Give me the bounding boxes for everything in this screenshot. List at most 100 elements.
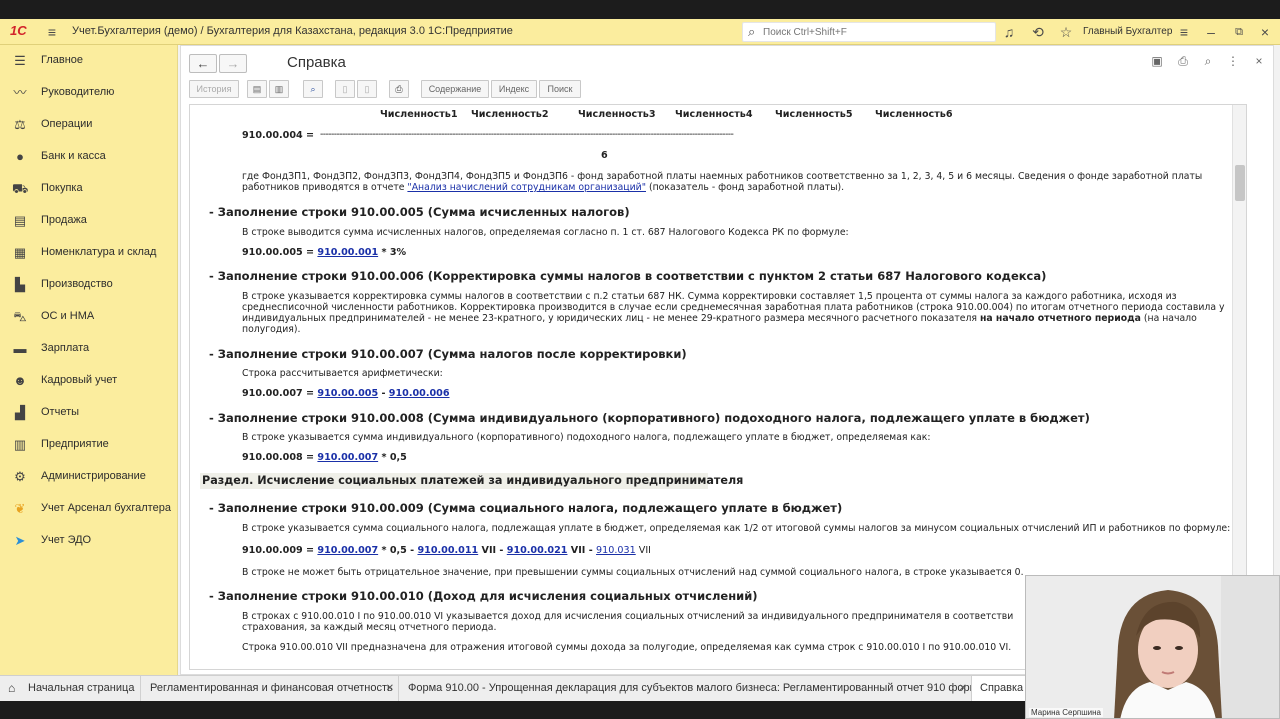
section-heading[interactable]: - Заполнение строки 910.00.009 (Сумма со… (209, 501, 842, 515)
tab-regulated-reports[interactable]: Регламентированная и финансовая отчетнос… (142, 676, 399, 701)
preview-icon[interactable]: ⌕ (1200, 54, 1216, 69)
sidebar-item-arsenal[interactable]: ❦ Учет Арсенал бухгалтера (0, 495, 178, 523)
paragraph: Строка рассчитывается арифметически: (242, 368, 443, 379)
prev-topic-icon[interactable]: ▯ (335, 80, 355, 98)
paragraph: среднесписочной численности работников. … (242, 302, 1225, 313)
star-icon[interactable]: ☆ (1057, 23, 1075, 41)
global-search[interactable]: ⌕ (742, 22, 996, 42)
search-button[interactable]: Поиск (539, 80, 581, 98)
minimize-icon[interactable]: – (1202, 23, 1220, 41)
section-heading[interactable]: - Заполнение строки 910.00.010 (Доход дл… (209, 589, 758, 603)
section-heading[interactable]: - Заполнение строки 910.00.005 (Сумма ис… (209, 205, 630, 219)
find-in-page-icon[interactable]: ⌕ (303, 80, 323, 98)
tab-help[interactable]: Справка (972, 676, 1032, 701)
tab-label: Форма 910.00 - Упрощенная декларация для… (408, 682, 972, 694)
save-icon[interactable]: ▣ (1149, 54, 1165, 68)
print-icon[interactable]: ⎙ (1175, 54, 1191, 69)
history-button[interactable]: История (189, 80, 239, 98)
formula-link[interactable]: 910.00.005 (317, 388, 378, 399)
paragraph: работников приводятся в отчете "Анализ н… (242, 182, 845, 193)
sidebar-item-production[interactable]: ▙ Производство (0, 271, 178, 299)
formula-link[interactable]: 910.031 (596, 545, 636, 556)
sidebar-item-salary[interactable]: ▬ Зарплата (0, 335, 178, 363)
column-header: Численность5 (775, 109, 853, 120)
menu-lines-icon: ☰ (14, 53, 26, 68)
section-heading[interactable]: - Заполнение строки 910.00.006 (Корректи… (209, 269, 1046, 283)
sidebar-item-label: Номенклатура и склад (41, 246, 157, 258)
sidebar-item-enterprise[interactable]: ▥ Предприятие (0, 431, 178, 459)
history-icon[interactable]: ⟲ (1029, 23, 1047, 41)
bell-icon[interactable]: ♫ (1000, 23, 1018, 41)
denominator: 6 (601, 150, 608, 161)
sidebar-item-bank[interactable]: ● Банк и касса (0, 143, 178, 171)
user-name[interactable]: Главный Бухгалтер (1083, 26, 1172, 37)
section-heading[interactable]: - Заполнение строки 910.00.008 (Сумма ин… (209, 411, 1090, 425)
formula-link[interactable]: 910.00.001 (317, 247, 378, 258)
paragraph: индивидуальных предпринимателей - не мен… (242, 313, 1197, 324)
sidebar-item-administration[interactable]: ⚙ Администрирование (0, 463, 178, 491)
more-icon[interactable]: ⋮ (1225, 54, 1241, 68)
sidebar-item-sales[interactable]: ▤ Продажа (0, 207, 178, 235)
sidebar-item-label: Покупка (41, 182, 83, 194)
search-input[interactable] (763, 25, 991, 39)
title-bar: 1С ≡ Учет.Бухгалтерия (демо) / Бухгалтер… (0, 19, 1280, 45)
formula-link[interactable]: 910.00.007 (317, 545, 378, 556)
sidebar-item-edo[interactable]: ➤ Учет ЭДО (0, 527, 178, 555)
page-title: Справка (287, 54, 346, 71)
close-icon[interactable]: × (1256, 23, 1274, 41)
index-button[interactable]: Индекс (491, 80, 537, 98)
paragraph: В строке указывается сумма социального н… (242, 523, 1231, 534)
maximize-icon[interactable]: ⧉ (1230, 23, 1248, 41)
sidebar-item-fixed-assets[interactable]: ⛍ ОС и НМА (0, 303, 178, 331)
sidebar-item-label: Зарплата (41, 342, 90, 354)
sidebar-item-hr[interactable]: ☻ Кадровый учет (0, 367, 178, 395)
panel-close-icon[interactable]: × (1251, 54, 1267, 68)
sidebar-item-nomenclature[interactable]: ▦ Номенклатура и склад (0, 239, 178, 267)
formula-link[interactable]: 910.00.021 (507, 545, 568, 556)
presenter-name: Марина Серпшина (1029, 708, 1103, 717)
cart-icon: ⛟ (12, 181, 29, 196)
sidebar-item-purchase[interactable]: ⛟ Покупка (0, 175, 178, 203)
sidebar-item-reports[interactable]: ▟ Отчеты (0, 399, 178, 427)
sidebar-item-manager[interactable]: 〰 Руководителю (0, 79, 178, 107)
paragraph: где ФондЗП1, ФондЗП2, ФондЗП3, ФондЗП4, … (242, 171, 1203, 182)
paper-plane-icon: ➤ (14, 533, 26, 548)
contents-button[interactable]: Содержание (421, 80, 489, 98)
formula-label: 910.00.004 = (242, 130, 315, 141)
column-header: Численность3 (578, 109, 656, 120)
sale-icon: ▤ (13, 213, 27, 228)
formula-link[interactable]: 910.00.011 (417, 545, 478, 556)
scrollbar-thumb[interactable] (1235, 165, 1245, 201)
paragraph: полугодия). (242, 324, 301, 335)
forward-button[interactable]: → (219, 54, 247, 73)
next-topic-icon[interactable]: ▯ (357, 80, 377, 98)
tab-home[interactable]: ⌂ Начальная страница (0, 676, 141, 701)
bar-chart-icon: ▟ (15, 405, 25, 420)
back-button[interactable]: ← (189, 54, 217, 73)
print-topic-icon[interactable]: ⎙ (389, 80, 409, 98)
report-link[interactable]: "Анализ начислений сотрудникам организац… (407, 182, 646, 193)
section-heading[interactable]: - Заполнение строки 910.00.007 (Сумма на… (209, 347, 687, 361)
tab-label: Справка (980, 682, 1024, 694)
sidebar-item-operations[interactable]: ⚖ Операции (0, 111, 178, 139)
fraction-line: ----------------------------------------… (320, 129, 734, 140)
main-menu-icon[interactable]: ≡ (43, 23, 61, 41)
sidebar-item-main[interactable]: ☰ Главное (0, 47, 178, 75)
settings-menu-icon[interactable]: ≡ (1175, 23, 1193, 41)
sidebar-item-label: Производство (41, 278, 113, 290)
tab-close-icon[interactable]: ✕ (959, 676, 967, 701)
presenter-video-frame (1026, 576, 1279, 718)
toc-sync-icon[interactable]: ▥ (269, 80, 289, 98)
column-header: Численность1 (380, 109, 458, 120)
formula-link[interactable]: 910.00.007 (317, 452, 378, 463)
factory-icon: ▙ (15, 277, 25, 292)
tab-form-910[interactable]: Форма 910.00 - Упрощенная декларация для… (400, 676, 972, 701)
toc-toggle-icon[interactable]: ▤ (247, 80, 267, 98)
formula-link[interactable]: 910.00.006 (389, 388, 450, 399)
sidebar-item-label: Администрирование (41, 470, 146, 482)
column-header: Численность2 (471, 109, 549, 120)
sidebar-item-label: Продажа (41, 214, 87, 226)
tab-close-icon[interactable]: ✕ (386, 676, 394, 701)
operations-icon: ⚖ (14, 117, 26, 132)
sidebar-item-label: Отчеты (41, 406, 80, 418)
